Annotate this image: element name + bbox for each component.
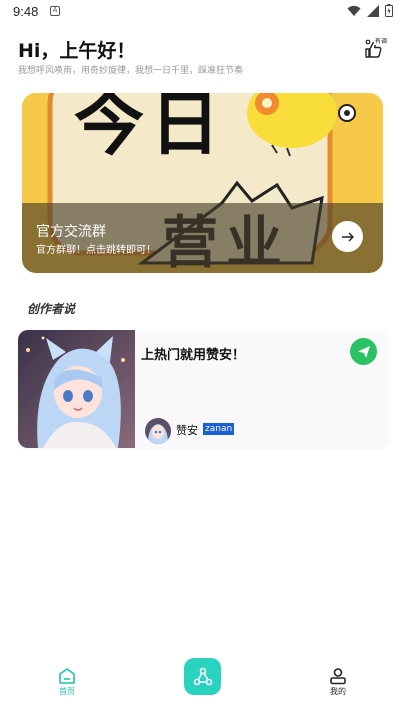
status-bar: 9:48 A: [0, 0, 405, 24]
bottom-nav: 首页 我的: [0, 658, 405, 720]
card-title: 上热门就用赞安！: [141, 348, 246, 363]
author-name: 赞安: [176, 424, 198, 437]
arrow-right-icon: [341, 232, 354, 241]
triangle-nodes-icon: [193, 667, 212, 685]
nav-mine[interactable]: 我的: [324, 667, 352, 697]
battery-icon: [385, 4, 393, 17]
send-button[interactable]: [350, 338, 377, 365]
nav-mine-label: 我的: [330, 687, 346, 696]
avatar-image: [145, 418, 171, 444]
status-time: 9:48: [13, 4, 39, 19]
anime-girl-illustration: [18, 330, 135, 448]
section-title: 创作者说: [27, 302, 76, 316]
author-tag: zanan: [203, 423, 235, 435]
card-image: [18, 330, 135, 448]
nav-center-button[interactable]: [184, 658, 221, 695]
send-icon: [357, 345, 370, 358]
greeting-subtitle: 我想呼风唤雨，用奇妙旋律，我想一日千里，踩准狂节奏: [18, 66, 244, 76]
checkin-label: 有调: [374, 36, 389, 45]
notification-icon: A: [50, 6, 60, 16]
user-icon: [330, 668, 346, 685]
status-icons: [347, 4, 393, 17]
nav-home-label: 首页: [59, 687, 75, 696]
checkin-button[interactable]: 有调: [363, 36, 389, 60]
home-icon: [59, 668, 75, 684]
banner-title: 官方交流群: [36, 224, 106, 240]
author-avatar[interactable]: [145, 418, 171, 444]
banner-arrow-button[interactable]: [332, 221, 363, 252]
banner-subtitle: 官方群聊！点击跳转即可！: [36, 245, 156, 256]
banner-official-group[interactable]: 今日 营业 官方交流群 官方群聊！点击跳转即可！: [22, 93, 383, 273]
wifi-icon: [347, 5, 361, 16]
signal-icon: [367, 4, 379, 17]
nav-home[interactable]: 首页: [53, 667, 81, 697]
greeting-title: Hi，上午好！: [18, 40, 136, 62]
creator-card[interactable]: 上热门就用赞安！ 赞安 zanan: [18, 330, 387, 448]
banner-art-text: 今日: [74, 93, 226, 165]
